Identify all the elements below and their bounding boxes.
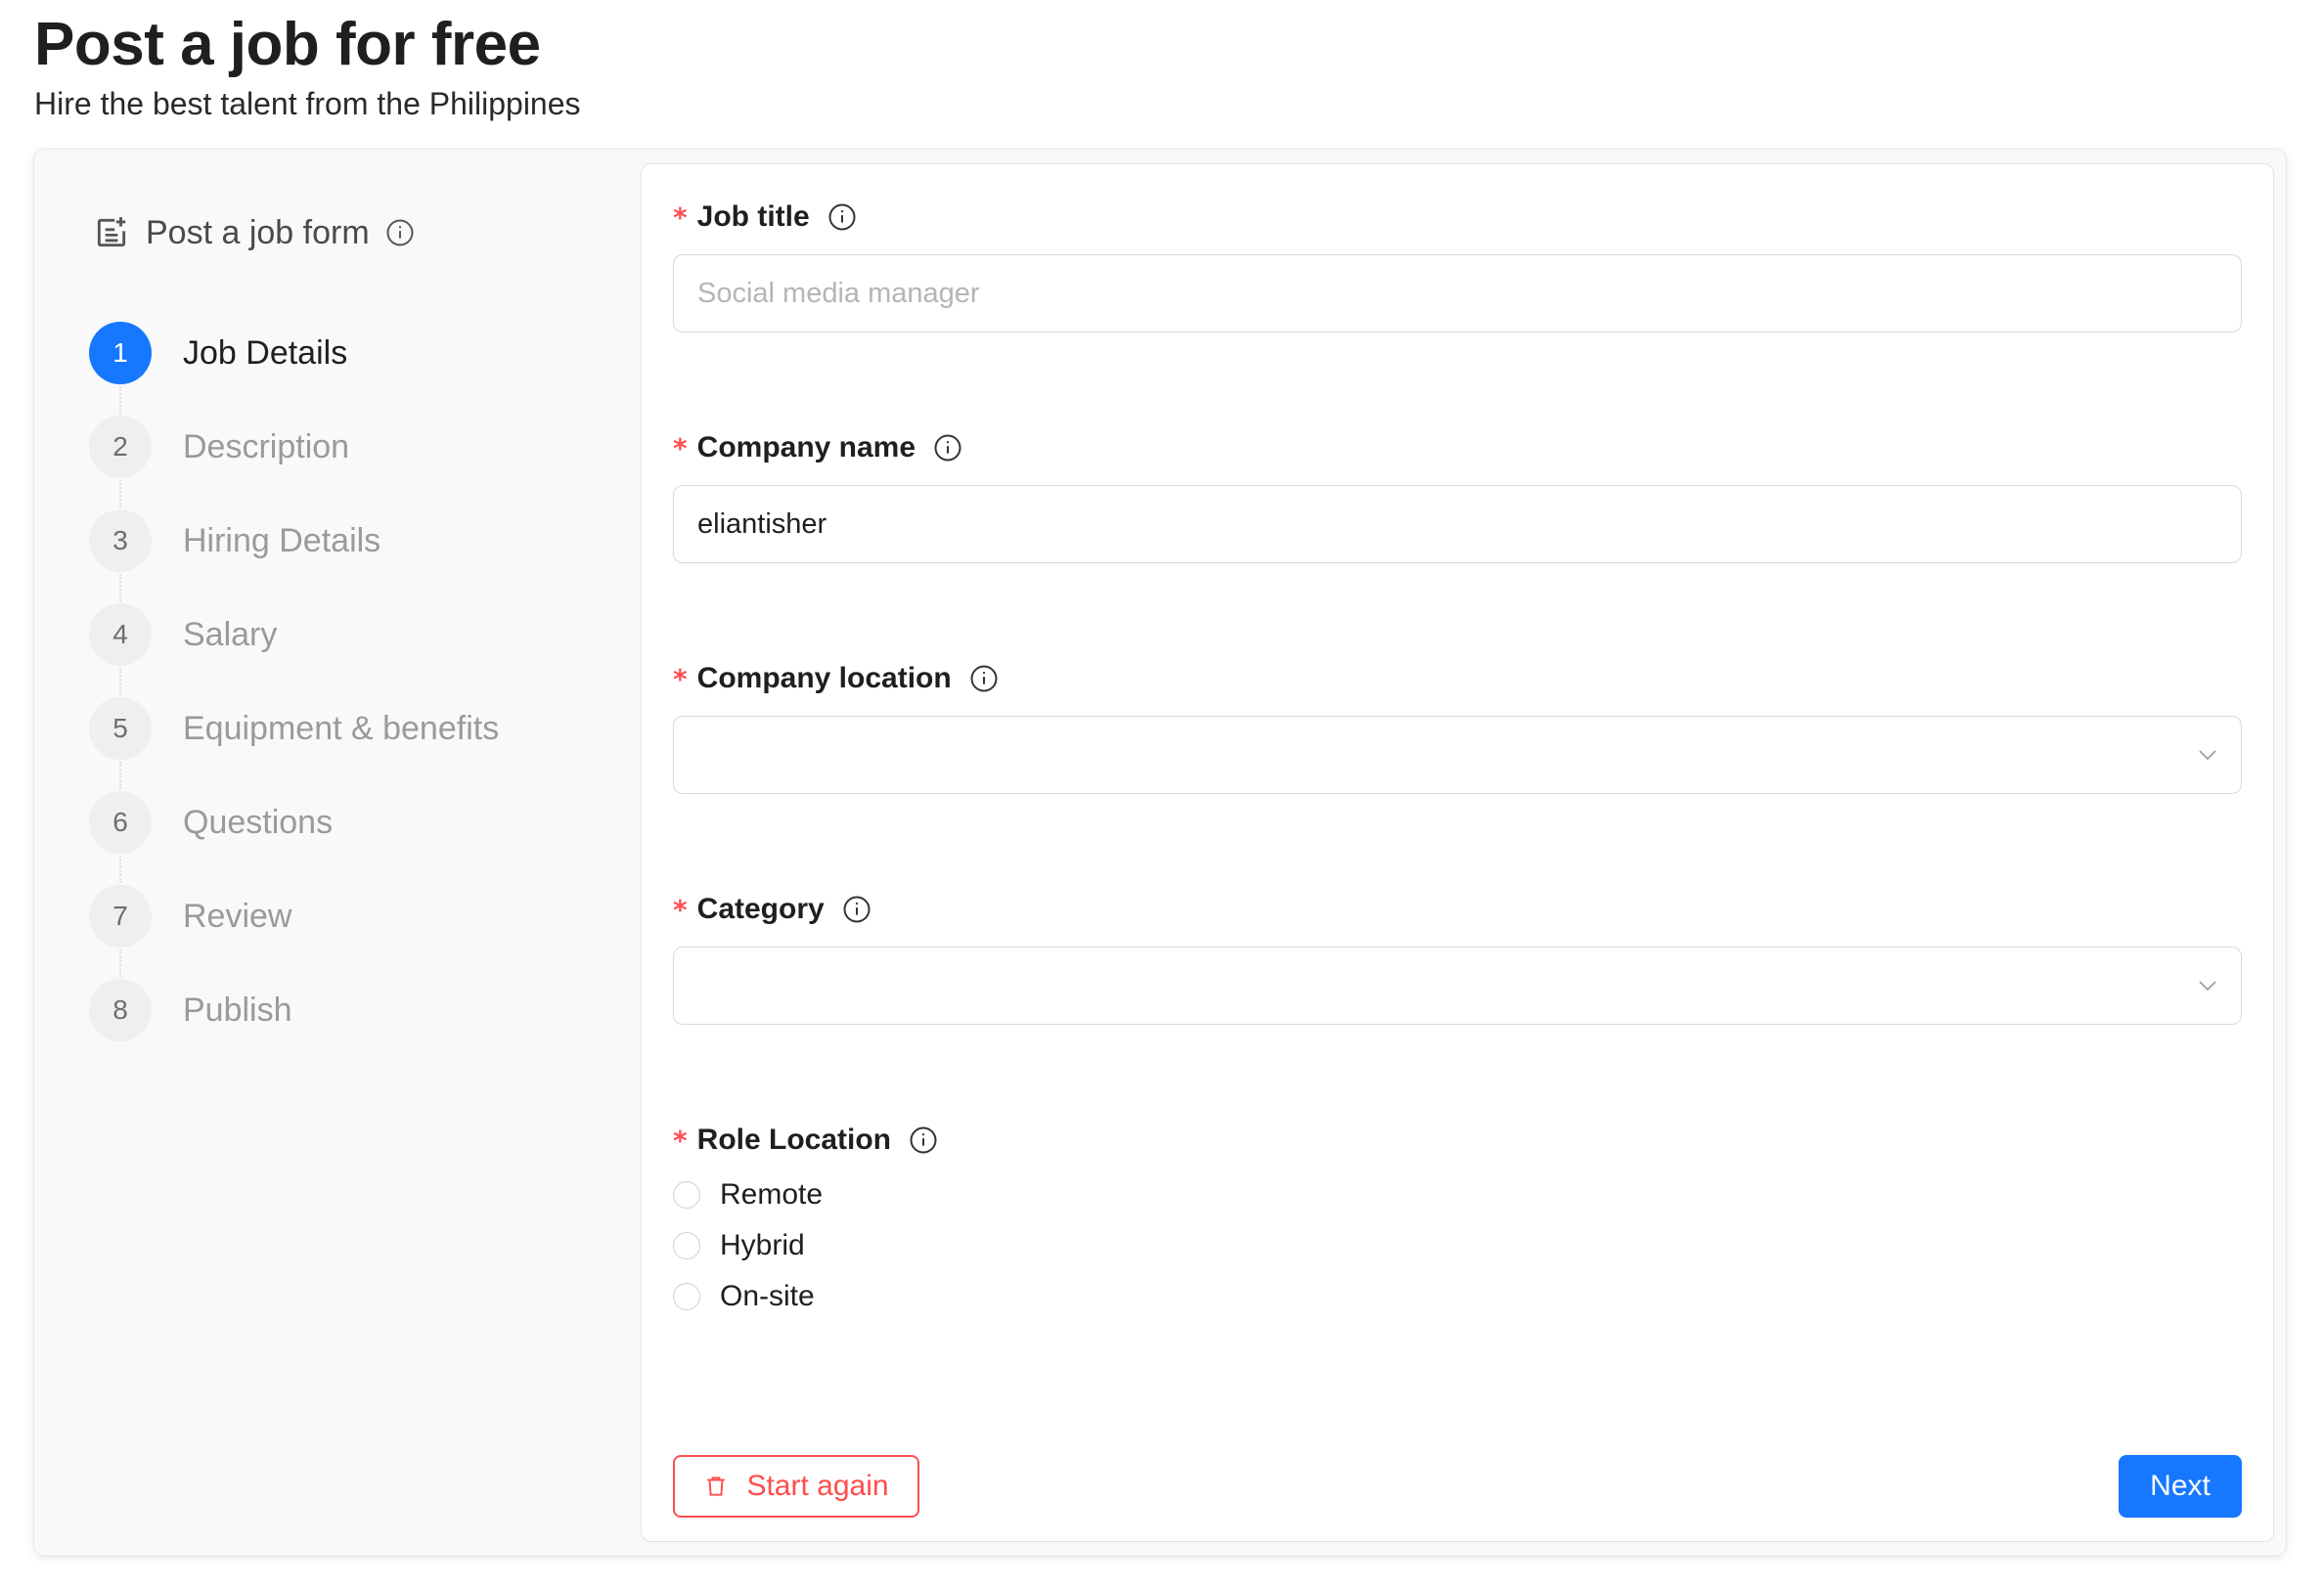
- step-label: Publish: [183, 991, 292, 1029]
- info-icon[interactable]: [827, 202, 857, 232]
- chevron-down-icon: [2196, 974, 2219, 997]
- trash-icon: [703, 1473, 729, 1500]
- info-icon[interactable]: [842, 895, 872, 924]
- step-number: 1: [89, 322, 152, 384]
- step-label: Salary: [183, 615, 278, 653]
- category-label-text: Category: [696, 893, 825, 925]
- info-icon[interactable]: [385, 218, 415, 247]
- radio-on-site[interactable]: On-site: [673, 1271, 2242, 1322]
- step-label: Questions: [183, 803, 334, 841]
- step-number: 5: [89, 697, 152, 760]
- radio-label: Hybrid: [720, 1229, 805, 1261]
- start-again-label: Start again: [746, 1470, 889, 1502]
- radio-button[interactable]: [673, 1181, 700, 1209]
- page-title: Post a job for free: [34, 11, 541, 78]
- step-equipment-benefits[interactable]: 5 Equipment & benefits: [89, 682, 500, 789]
- radio-remote[interactable]: Remote: [673, 1169, 2242, 1220]
- step-label: Review: [183, 897, 292, 935]
- step-description[interactable]: 2 Description: [89, 400, 499, 507]
- category-field: * Category: [673, 890, 2242, 1025]
- company-name-label: * Company name: [673, 428, 2242, 467]
- job-details-form: * Job title * Company name: [641, 163, 2274, 1542]
- page-subtitle: Hire the best talent from the Philippine…: [34, 86, 581, 121]
- info-icon[interactable]: [933, 433, 962, 463]
- role-location-label: * Role Location: [673, 1121, 2242, 1160]
- chevron-down-icon: [2196, 743, 2219, 767]
- company-name-label-text: Company name: [696, 431, 916, 463]
- required-marker: *: [673, 1124, 688, 1157]
- step-job-details[interactable]: 1 Job Details: [89, 306, 499, 414]
- company-location-label-text: Company location: [696, 662, 952, 694]
- company-location-select[interactable]: [673, 716, 2242, 794]
- step-number: 7: [89, 885, 152, 948]
- step-salary[interactable]: 4 Salary: [89, 588, 499, 695]
- start-again-button[interactable]: Start again: [673, 1455, 919, 1518]
- company-location-label: * Company location: [673, 659, 2242, 698]
- step-label: Equipment & benefits: [183, 709, 500, 747]
- radio-hybrid[interactable]: Hybrid: [673, 1220, 2242, 1271]
- sidebar-title: Post a job form: [146, 213, 370, 251]
- next-button[interactable]: Next: [2119, 1455, 2242, 1518]
- job-title-input[interactable]: [673, 254, 2242, 332]
- sidebar-header: Post a job form: [93, 208, 415, 257]
- post-job-card: Post a job form 1 Job Details 2 Descript…: [33, 149, 2287, 1557]
- form-icon: [93, 214, 130, 251]
- job-title-field: * Job title: [673, 198, 2242, 332]
- company-location-field: * Company location: [673, 659, 2242, 794]
- step-label: Job Details: [183, 333, 348, 372]
- steps-list: 1 Job Details 2 Description 3 Hiring Det…: [89, 306, 499, 1057]
- job-title-label-text: Job title: [696, 200, 810, 233]
- role-location-field: * Role Location Remote Hybrid On-site: [673, 1121, 2242, 1322]
- step-number: 4: [89, 603, 152, 666]
- step-number: 8: [89, 979, 152, 1041]
- step-number: 2: [89, 416, 152, 478]
- radio-label: On-site: [720, 1280, 815, 1312]
- step-label: Hiring Details: [183, 521, 381, 559]
- company-name-input[interactable]: [673, 485, 2242, 563]
- role-location-label-text: Role Location: [696, 1124, 891, 1156]
- steps-sidebar: Post a job form 1 Job Details 2 Descript…: [34, 150, 641, 1556]
- required-marker: *: [673, 662, 688, 695]
- info-icon[interactable]: [969, 664, 999, 693]
- role-location-radio-group: Remote Hybrid On-site: [673, 1169, 2242, 1322]
- category-label: * Category: [673, 890, 2242, 929]
- radio-button[interactable]: [673, 1283, 700, 1310]
- radio-button[interactable]: [673, 1232, 700, 1259]
- required-marker: *: [673, 431, 688, 464]
- step-hiring-details[interactable]: 3 Hiring Details: [89, 494, 499, 601]
- radio-label: Remote: [720, 1178, 824, 1211]
- step-number: 6: [89, 791, 152, 854]
- job-title-label: * Job title: [673, 198, 2242, 237]
- info-icon[interactable]: [909, 1125, 938, 1155]
- category-select[interactable]: [673, 947, 2242, 1025]
- step-label: Description: [183, 427, 350, 465]
- step-questions[interactable]: 6 Questions: [89, 775, 499, 883]
- required-marker: *: [673, 200, 688, 234]
- required-marker: *: [673, 893, 688, 926]
- step-number: 3: [89, 509, 152, 572]
- step-publish[interactable]: 8 Publish: [89, 963, 499, 1057]
- company-name-field: * Company name: [673, 428, 2242, 563]
- step-review[interactable]: 7 Review: [89, 869, 499, 977]
